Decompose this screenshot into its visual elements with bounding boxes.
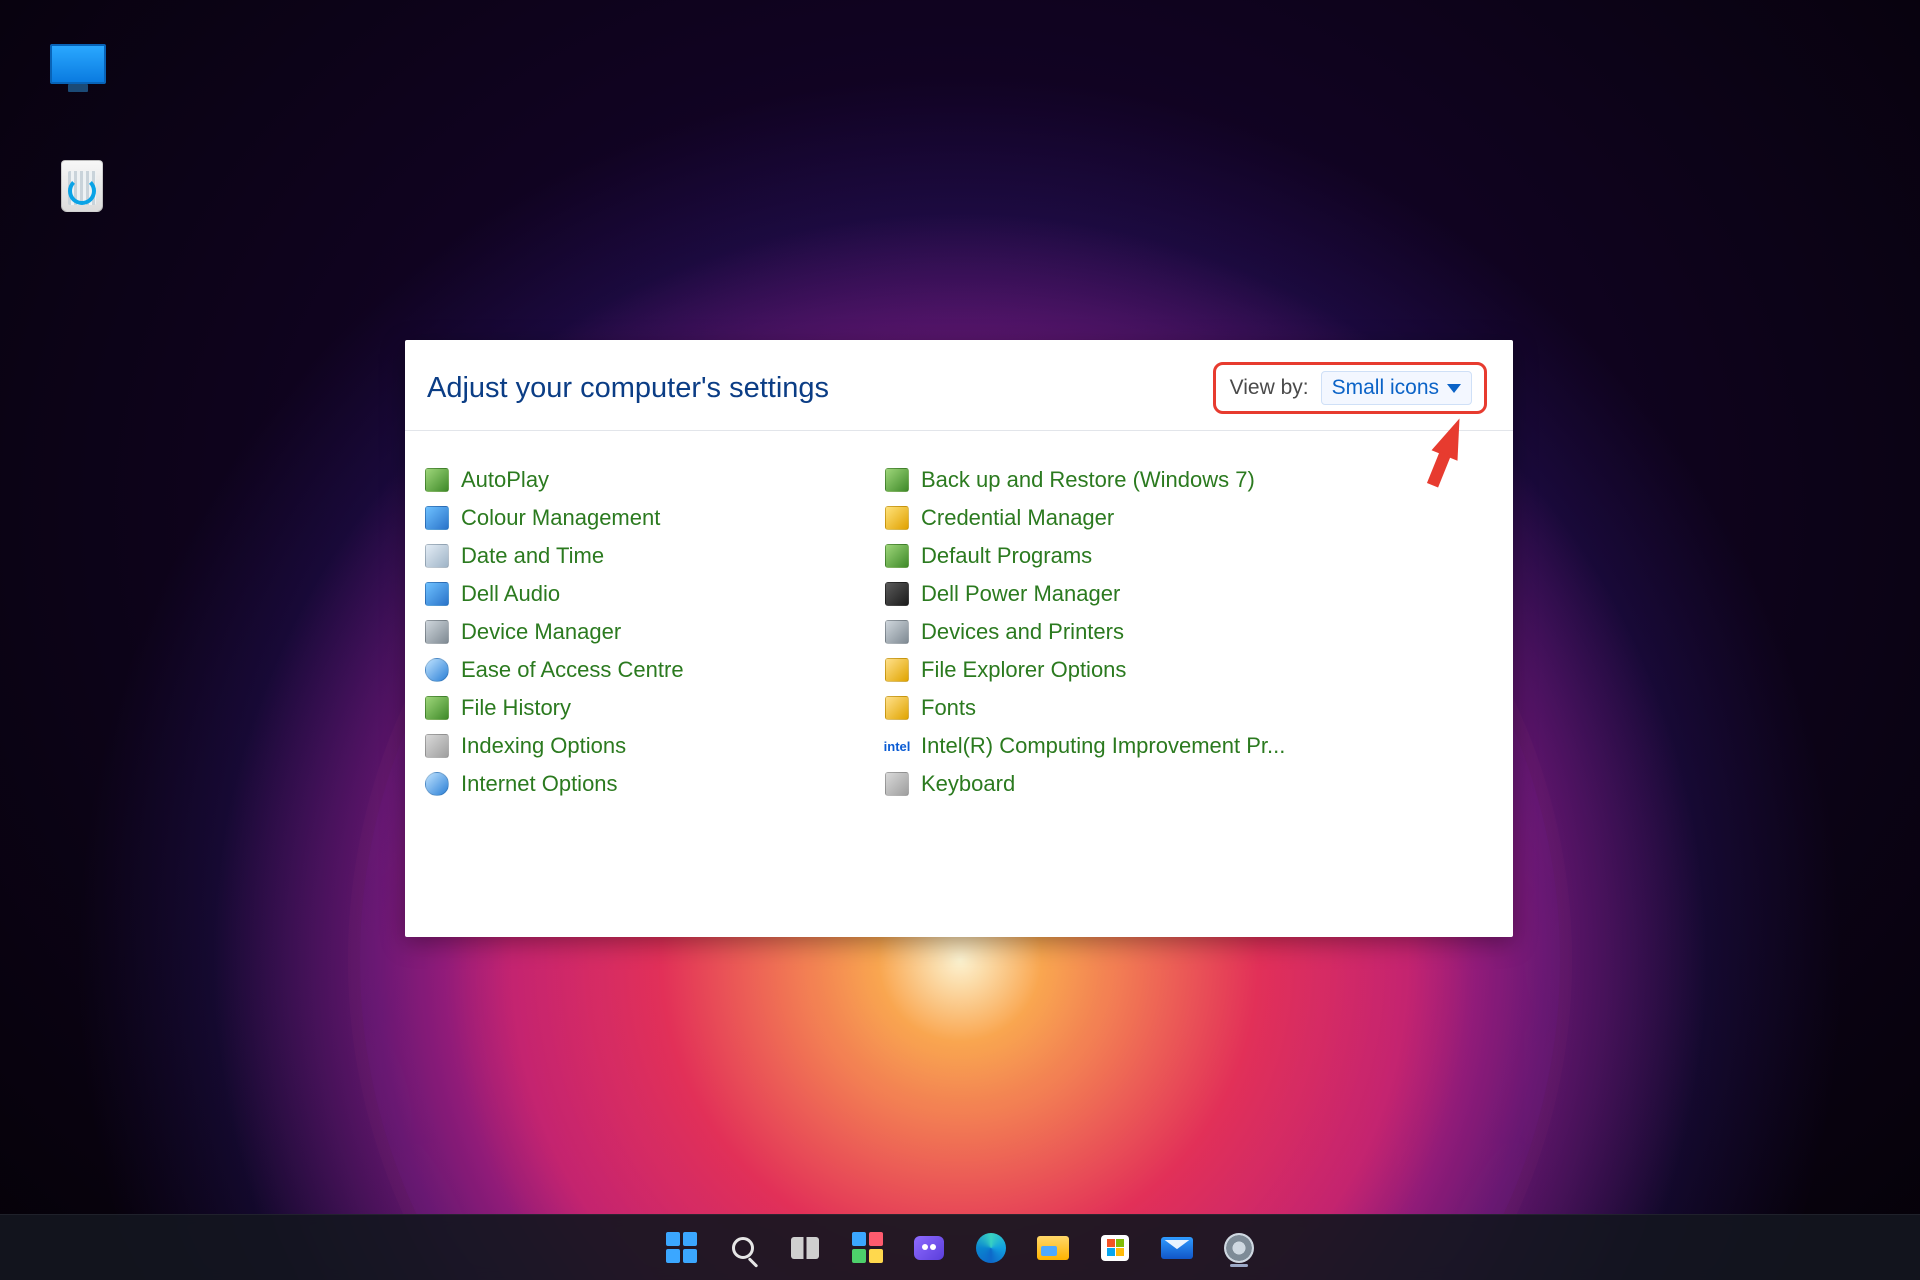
search-button[interactable] [719,1224,767,1272]
cp-item-fonts[interactable]: Fonts [883,689,1493,727]
cp-item-intel-computing[interactable]: Intel(R) Computing Improvement Pr... [883,727,1493,765]
cp-item-dell-power-manager[interactable]: Dell Power Manager [883,575,1493,613]
widgets-button[interactable] [843,1224,891,1272]
credential-manager-icon [885,506,909,530]
backup-restore-icon [885,468,909,492]
internet-options-icon [425,772,449,796]
chat-button[interactable] [905,1224,953,1272]
recycle-bin-icon [61,160,103,212]
power-manager-icon [885,582,909,606]
view-by-label: View by: [1230,376,1309,400]
clock-icon [425,544,449,568]
taskbar [0,1214,1920,1280]
chevron-down-icon [1447,384,1461,393]
cp-item-devices-printers[interactable]: Devices and Printers [883,613,1493,651]
cp-item-ease-of-access[interactable]: Ease of Access Centre [423,651,883,689]
cp-item-colour-management[interactable]: Colour Management [423,499,883,537]
device-manager-icon [425,620,449,644]
widgets-icon [852,1232,883,1263]
file-explorer-button[interactable] [1029,1224,1077,1272]
gear-icon [1224,1233,1254,1263]
cp-item-internet-options[interactable]: Internet Options [423,765,883,803]
task-view-icon [791,1237,819,1259]
cp-item-file-explorer-options[interactable]: File Explorer Options [883,651,1493,689]
audio-icon [425,582,449,606]
settings-button[interactable] [1215,1224,1263,1272]
view-by-value: Small icons [1332,376,1439,400]
cp-item-file-history[interactable]: File History [423,689,883,727]
control-panel-window: Adjust your computer's settings View by:… [405,340,1513,937]
mail-button[interactable] [1153,1224,1201,1272]
control-panel-column-1: AutoPlay Colour Management Date and Time… [423,461,883,803]
view-by-highlight: View by: Small icons [1213,362,1487,414]
ease-of-access-icon [425,658,449,682]
intel-icon [885,734,909,758]
indexing-icon [425,734,449,758]
view-by-dropdown[interactable]: Small icons [1321,371,1472,405]
file-history-icon [425,696,449,720]
autoplay-icon [425,468,449,492]
file-explorer-options-icon [885,658,909,682]
control-panel-items: AutoPlay Colour Management Date and Time… [405,431,1513,813]
chat-icon [914,1236,944,1260]
mail-icon [1161,1237,1193,1259]
cp-item-autoplay[interactable]: AutoPlay [423,461,883,499]
fonts-icon [885,696,909,720]
edge-icon [976,1233,1006,1263]
default-programs-icon [885,544,909,568]
control-panel-header: Adjust your computer's settings View by:… [405,340,1513,431]
cp-item-dell-audio[interactable]: Dell Audio [423,575,883,613]
start-button[interactable] [657,1224,705,1272]
windows-logo-icon [666,1232,697,1263]
file-explorer-icon [1037,1236,1069,1260]
search-icon [732,1237,754,1259]
store-icon [1101,1235,1129,1261]
page-title: Adjust your computer's settings [427,372,1213,405]
devices-printers-icon [885,620,909,644]
edge-button[interactable] [967,1224,1015,1272]
cp-item-default-programs[interactable]: Default Programs [883,537,1493,575]
cp-item-date-and-time[interactable]: Date and Time [423,537,883,575]
store-button[interactable] [1091,1224,1139,1272]
desktop-icon-recycle-bin[interactable] [50,160,114,212]
task-view-button[interactable] [781,1224,829,1272]
cp-item-keyboard[interactable]: Keyboard [883,765,1493,803]
active-indicator [1230,1264,1248,1267]
cp-item-backup-restore[interactable]: Back up and Restore (Windows 7) [883,461,1493,499]
monitor-icon [50,44,106,84]
colour-management-icon [425,506,449,530]
desktop-icon-this-pc[interactable] [46,44,110,88]
cp-item-credential-manager[interactable]: Credential Manager [883,499,1493,537]
cp-item-device-manager[interactable]: Device Manager [423,613,883,651]
cp-item-indexing-options[interactable]: Indexing Options [423,727,883,765]
control-panel-column-2: Back up and Restore (Windows 7) Credenti… [883,461,1493,803]
keyboard-icon [885,772,909,796]
